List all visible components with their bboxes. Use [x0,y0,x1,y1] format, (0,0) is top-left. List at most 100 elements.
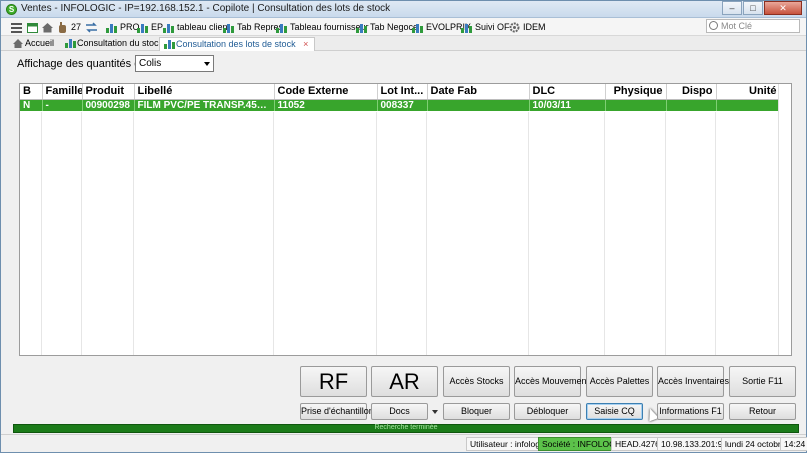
notifications-count: 27 [71,22,82,32]
cell-produit: 00900298 [82,99,135,111]
tab-consultation-du-stock[interactable]: Consultation du stock [61,37,169,51]
toolbar-item-label: EP [151,22,164,32]
notifications-button[interactable]: 27 [57,20,81,34]
chart-icon [223,22,234,33]
toolbar-item-pro[interactable]: PRO [106,20,140,34]
toolbar-item-tableau-client[interactable]: tableau client [163,20,230,34]
quantity-unit-value: Colis [139,58,162,69]
progress-text: Recherche terminée [374,424,438,431]
cell-date-fab [427,99,530,111]
home-icon [42,22,53,32]
toolbar-item-tableau-fournisseur[interactable]: Tableau fournisseur [276,20,369,34]
cell-dispo [666,99,717,111]
search-input[interactable]: Mot Clé [706,19,800,33]
lots-grid: B Famille Produit Libellé Code Externe L… [19,83,792,356]
quantity-unit-select[interactable]: Colis [135,55,214,72]
ar-button[interactable]: AR [371,366,438,397]
search-placeholder: Mot Clé [721,21,753,31]
rf-button[interactable]: RF [300,366,367,397]
main-content: Affichage des quantités en Colis B Famil… [1,52,806,433]
cell-physique [605,99,667,111]
tab-accueil[interactable]: Accueil [9,37,60,51]
acces-mouvements-button[interactable]: Accès Mouvements [514,366,594,397]
column-header-code-externe[interactable]: Code Externe [274,84,378,100]
chart-icon [106,22,117,33]
menu-button[interactable] [11,20,25,34]
progress-bar: Recherche terminée [13,424,799,433]
toolbar-item-label: Tab Negoce [370,22,419,32]
calendar-button[interactable] [27,20,41,34]
toolbar-item-ep[interactable]: EP [137,20,163,34]
chart-icon [65,39,76,48]
prise-echantillons-button[interactable]: Prise d'échantillons [300,403,378,420]
chart-icon [412,22,423,33]
close-tab-icon[interactable]: × [303,39,308,49]
docs-button[interactable]: Docs [371,403,428,420]
acces-palettes-button[interactable]: Accès Palettes [586,366,653,397]
transfer-button[interactable] [86,20,100,34]
cell-unite [716,99,781,111]
sortie-f11-button[interactable]: Sortie F11 [729,366,796,397]
column-header-lot-interne[interactable]: Lot Int... [377,84,428,100]
chart-icon [276,22,287,33]
cell-b: N [20,99,43,111]
toolbar-item-tab-negoce[interactable]: Tab Negoce [356,20,418,34]
tab-label: Consultation des lots de stock [176,39,296,49]
toolbar-item-label: IDEM [523,22,546,32]
column-header-b[interactable]: B [20,84,43,100]
docs-dropdown-icon[interactable] [432,410,438,414]
search-icon [709,21,718,30]
cell-lot-interne: 008337 [377,99,428,111]
acces-inventaires-button[interactable]: Accès Inventaires [657,366,729,397]
column-header-produit[interactable]: Produit [82,84,135,100]
grid-column-lines [20,112,780,355]
column-header-famille[interactable]: Famille [42,84,83,100]
retour-button[interactable]: Retour [729,403,796,420]
table-header-row: B Famille Produit Libellé Code Externe L… [20,84,781,100]
home-button[interactable] [42,20,56,34]
title-bar[interactable]: S Ventes - INFOLOGIC - IP=192.168.152.1 … [1,1,806,18]
minimize-button[interactable]: – [722,1,742,15]
status-time: 14:24 [780,437,807,451]
tab-consultation-des-lots-de-stock[interactable]: Consultation des lots de stock × [159,37,316,51]
tab-bar: Accueil Consultation du stock Consultati… [1,36,806,51]
column-header-dlc[interactable]: DLC [529,84,606,100]
column-header-physique[interactable]: Physique [605,84,667,100]
window-controls: – □ ✕ [721,1,802,15]
table-row[interactable]: N - 00900298 FILM PVC/PE TRANSP.450 L...… [20,99,781,111]
column-header-dispo[interactable]: Dispo [666,84,717,100]
chevron-down-icon [204,62,210,66]
calendar-icon [27,22,38,33]
toolbar-item-idem[interactable]: IDEM [509,20,546,34]
menu-icon [11,22,22,33]
acces-stocks-button[interactable]: Accès Stocks [443,366,510,397]
close-button[interactable]: ✕ [764,1,802,15]
status-bar: Utilisateur : infologic Société : INFOLO… [1,434,807,452]
chart-icon [163,22,174,33]
chart-icon [164,40,175,49]
saisie-cq-button[interactable]: Saisie CQ [586,403,643,420]
gear-icon [509,22,520,32]
cell-libelle: FILM PVC/PE TRANSP.450 L... [134,99,275,111]
toolbar-item-tab-repres[interactable]: Tab Repres [223,20,283,34]
chart-icon [461,22,472,33]
maximize-button[interactable]: □ [743,1,763,15]
bloquer-button[interactable]: Bloquer [443,403,510,420]
grid-scrollbar[interactable] [778,84,791,355]
toolbar-item-suivi-of[interactable]: Suivi OF [461,20,510,34]
informations-f1-button[interactable]: Informations F1 [657,403,724,420]
app-window: S Ventes - INFOLOGIC - IP=192.168.152.1 … [0,0,807,453]
column-header-date-fab[interactable]: Date Fab [427,84,530,100]
home-icon [13,39,23,48]
transfer-icon [86,21,97,33]
cell-famille: - [42,99,83,111]
debloquer-button[interactable]: Débloquer [514,403,581,420]
column-header-libelle[interactable]: Libellé [134,84,275,100]
tab-label: Consultation du stock [77,38,164,48]
app-logo-icon: S [6,4,17,15]
column-header-unite[interactable]: Unité [716,84,781,100]
chart-icon [137,22,148,33]
chart-icon [356,22,367,33]
toolbar-item-label: Suivi OF [475,22,510,32]
cell-dlc: 10/03/11 [529,99,606,111]
